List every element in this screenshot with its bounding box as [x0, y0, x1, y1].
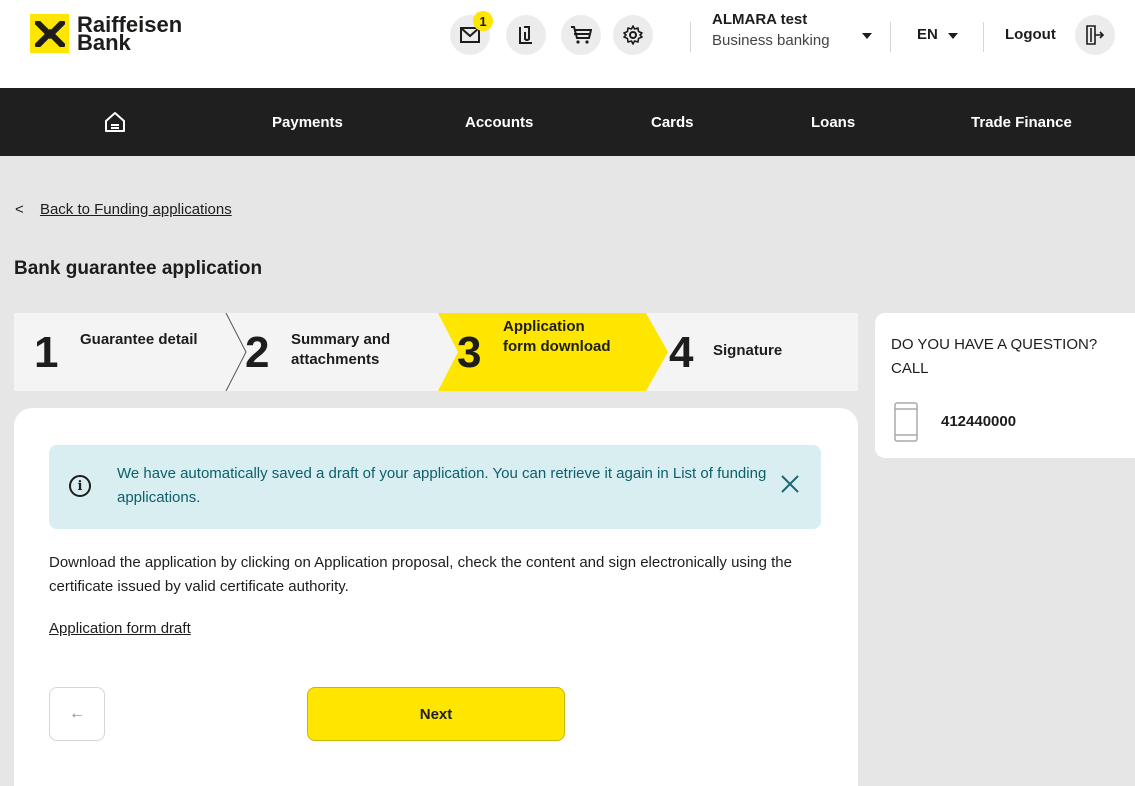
- nav-loans[interactable]: Loans: [811, 88, 855, 156]
- logout-link[interactable]: Logout: [1005, 26, 1056, 43]
- step-1-number: 1: [34, 328, 59, 377]
- next-button[interactable]: Next: [307, 687, 565, 741]
- phone-icon: [894, 402, 918, 442]
- arrow-left-icon: ←: [69, 705, 85, 722]
- user-switcher[interactable]: ALMARA test Business banking: [712, 11, 830, 49]
- info-message: We have automatically saved a draft of y…: [117, 465, 767, 506]
- help-title: DO YOU HAVE A QUESTION? CALL: [891, 336, 1098, 377]
- logout-icon: [1086, 25, 1104, 45]
- header-divider: [890, 22, 891, 52]
- mail-button[interactable]: 1: [450, 11, 493, 55]
- cart-icon: [571, 26, 592, 44]
- user-chevron-down-icon[interactable]: [862, 33, 872, 39]
- nav-accounts[interactable]: Accounts: [465, 88, 533, 156]
- attachment-icon: [519, 26, 532, 44]
- header-divider: [983, 22, 984, 52]
- nav-payments[interactable]: Payments: [272, 88, 343, 156]
- user-subtitle: Business banking: [712, 32, 830, 49]
- info-banner: i We have automatically saved a draft of…: [49, 445, 821, 529]
- info-icon: i: [69, 475, 91, 497]
- logout-button[interactable]: [1075, 15, 1115, 55]
- main-navigation: Payments Accounts Cards Loans Trade Fina…: [0, 88, 1135, 156]
- step-4-number: 4: [669, 328, 694, 377]
- home-icon: [105, 112, 125, 132]
- progress-stepper: 1 Guarantee detail 2 Summary and attachm…: [14, 313, 858, 391]
- step-3-number: 3: [457, 328, 482, 377]
- settings-icon: [623, 25, 643, 45]
- main-card: i We have automatically saved a draft of…: [14, 408, 858, 786]
- step-4-label: Signature: [713, 342, 783, 359]
- logo-mark-icon: [30, 14, 69, 53]
- step-1-label: Guarantee detail: [80, 331, 198, 348]
- chevron-left-icon[interactable]: <: [15, 201, 24, 218]
- top-header: Raiffeisen Bank 1 ALMARA test Business b…: [0, 0, 1135, 88]
- nav-cards[interactable]: Cards: [651, 88, 694, 156]
- step-2-number: 2: [245, 328, 270, 377]
- breadcrumb: < Back to Funding applications: [15, 201, 232, 218]
- language-chevron-down-icon[interactable]: [948, 33, 958, 39]
- next-button-label: Next: [419, 705, 453, 723]
- nav-home[interactable]: [104, 88, 126, 156]
- attachment-button[interactable]: [506, 15, 546, 55]
- back-button[interactable]: ←: [49, 687, 105, 741]
- step-2-label: Summary and attachments: [291, 331, 391, 368]
- step-3-label: Application form download: [503, 318, 611, 355]
- mail-badge: 1: [473, 11, 493, 31]
- cart-button[interactable]: [561, 15, 601, 55]
- language-value: EN: [917, 26, 938, 43]
- nav-trade-finance[interactable]: Trade Finance: [971, 88, 1072, 156]
- back-to-funding-link[interactable]: Back to Funding applications: [40, 201, 232, 218]
- close-icon[interactable]: [779, 473, 801, 495]
- header-divider: [690, 22, 691, 52]
- help-phone-number[interactable]: 412440000: [941, 413, 1016, 430]
- page-title: Bank guarantee application: [14, 258, 263, 279]
- instructions-text: Download the application by clicking on …: [49, 554, 792, 595]
- application-form-draft-link[interactable]: Application form draft: [49, 620, 191, 637]
- help-card: DO YOU HAVE A QUESTION? CALL 412440000: [875, 313, 1135, 458]
- raiffeisen-logo[interactable]: Raiffeisen Bank: [30, 13, 182, 53]
- user-name: ALMARA test: [712, 11, 808, 28]
- settings-button[interactable]: [613, 15, 653, 55]
- language-select[interactable]: EN: [917, 26, 938, 43]
- logo-text: Raiffeisen Bank: [77, 13, 182, 53]
